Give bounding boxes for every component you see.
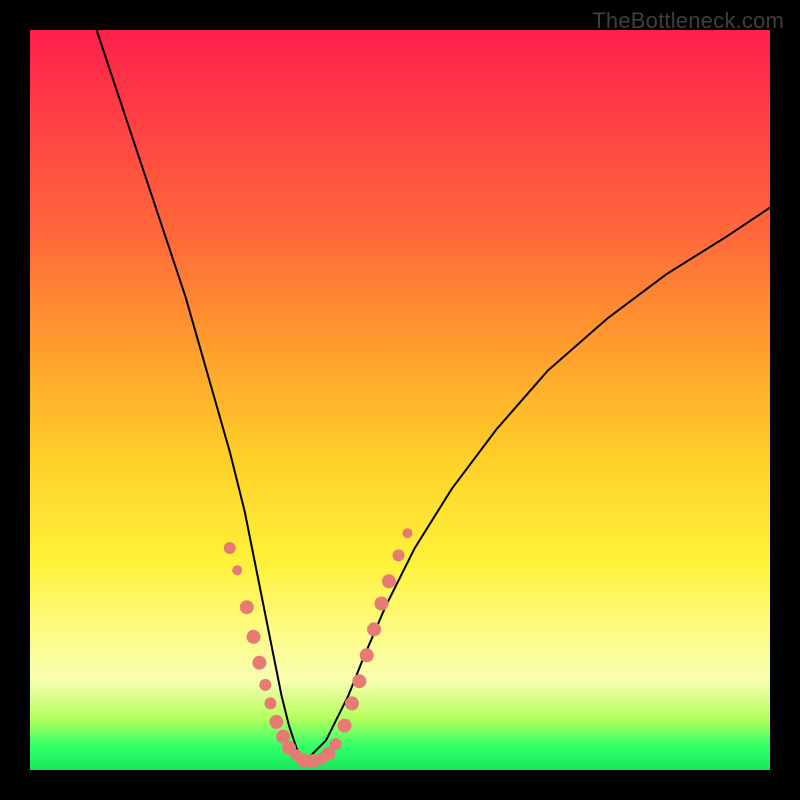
curve-right-branch	[304, 208, 770, 763]
marker-point	[240, 600, 254, 614]
marker-point	[345, 696, 359, 710]
marker-point	[269, 715, 283, 729]
marker-point	[259, 679, 271, 691]
marker-point	[282, 741, 296, 755]
chart-stage: TheBottleneck.com	[0, 0, 800, 800]
curve-left-branch	[97, 30, 304, 763]
marker-point	[315, 753, 327, 765]
marker-point	[402, 528, 412, 538]
marker-point	[297, 753, 311, 767]
marker-point	[321, 747, 335, 761]
curve-layer	[30, 30, 770, 770]
marker-point	[232, 565, 242, 575]
marker-point	[247, 630, 261, 644]
plot-area	[30, 30, 770, 770]
marker-point	[360, 648, 374, 662]
marker-point	[367, 622, 381, 636]
watermark-text: TheBottleneck.com	[592, 8, 784, 34]
marker-point	[265, 697, 277, 709]
marker-point	[276, 730, 290, 744]
marker-point	[252, 656, 266, 670]
marker-point	[375, 597, 389, 611]
marker-point	[330, 738, 342, 750]
marker-point	[352, 674, 366, 688]
marker-point	[290, 749, 302, 761]
marker-point	[338, 719, 352, 733]
marker-point	[393, 549, 405, 561]
marker-point	[224, 542, 236, 554]
marker-point	[382, 574, 396, 588]
curve-group	[97, 30, 770, 763]
marker-point	[306, 754, 320, 768]
markers-group	[224, 528, 413, 768]
